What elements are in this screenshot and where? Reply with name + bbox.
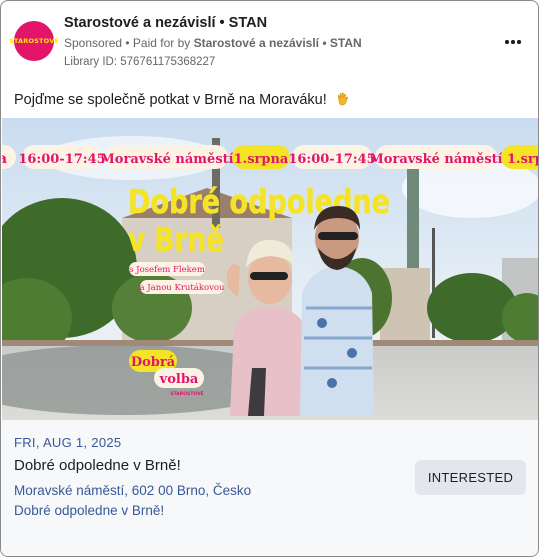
paid-for-prefix: • Paid for by	[122, 36, 194, 50]
event-description[interactable]: Dobré odpoledne v Brně!	[14, 503, 164, 518]
event-title[interactable]: Dobré odpoledne v Brně!	[14, 457, 181, 474]
badge-line-2: volba	[159, 372, 199, 387]
interested-button[interactable]: INTERESTED	[415, 460, 526, 495]
ticker-place: Moravské náměstí	[369, 152, 502, 167]
ad-creative-image[interactable]: a 16:00-17:45 Moravské náměstí 1.srpna 1…	[2, 118, 539, 420]
creative-illustration: a 16:00-17:45 Moravské náměstí 1.srpna 1…	[2, 118, 539, 420]
more-options-button[interactable]	[500, 29, 526, 55]
event-date: FRI, AUG 1, 2025	[14, 435, 122, 450]
ticker-date: 1.srpna	[507, 152, 539, 167]
ticker-place: Moravské náměstí	[100, 152, 233, 167]
more-dot-icon	[517, 40, 521, 44]
ticker-time: 16:00-17:45	[288, 152, 375, 167]
library-id: Library ID: 576761175368227	[64, 56, 216, 68]
guest-2: a Janou Krutákovou	[139, 282, 225, 293]
paid-for-name: Starostové a nezávislí • STAN	[193, 36, 362, 50]
sponsored-label: Sponsored	[64, 36, 123, 50]
tree	[427, 273, 517, 343]
tower	[407, 158, 419, 268]
advertiser-avatar[interactable]: STAROSTOVÉ	[9, 21, 59, 61]
more-dot-icon	[511, 40, 515, 44]
more-dot-icon	[505, 40, 509, 44]
ad-header: STAROSTOVÉ Starostové a nezávislí • STAN…	[9, 13, 526, 71]
avatar-logo-text: STAROSTOVÉ	[8, 37, 60, 45]
guest-1: s Josefem Flekem	[129, 265, 205, 275]
event-footer: FRI, AUG 1, 2025 Dobré odpoledne v Brně!…	[1, 420, 538, 556]
ticker-date: 1.srpna	[234, 152, 289, 167]
headline-line-2: v Brně	[128, 220, 224, 259]
sponsored-line: Sponsored • Paid for by Starostové a nez…	[64, 36, 362, 50]
svg-text:a: a	[2, 151, 7, 167]
ticker: a 16:00-17:45 Moravské náměstí 1.srpna 1…	[2, 145, 539, 169]
badge-line-1: Dobrá	[131, 355, 176, 370]
post-text-content: Pojďme se společně potkat v Brně na Mora…	[14, 92, 327, 108]
event-location[interactable]: Moravské náměstí, 602 00 Brno, Česko	[14, 483, 251, 498]
ticker-time: 16:00-17:45	[18, 152, 105, 167]
advertiser-name[interactable]: Starostové a nezávislí • STAN	[64, 15, 267, 31]
post-text: Pojďme se společně potkat v Brně na Mora…	[14, 91, 351, 108]
ad-card: STAROSTOVÉ Starostové a nezávislí • STAN…	[0, 0, 539, 557]
waving-hand-icon	[337, 92, 348, 106]
